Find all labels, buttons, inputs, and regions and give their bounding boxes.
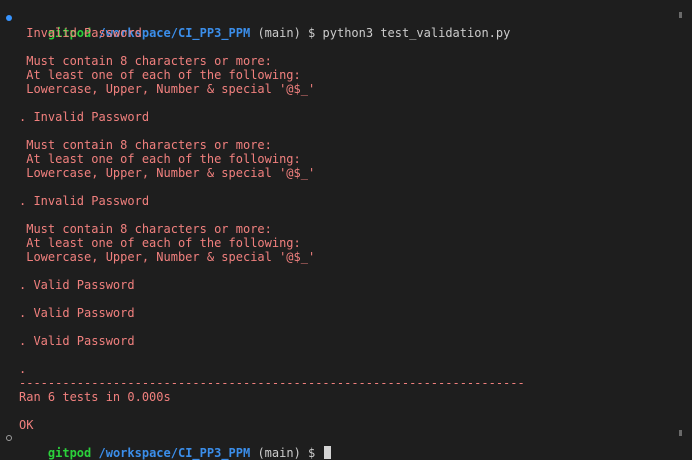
output-line: . Invalid Password — [19, 110, 150, 124]
output-line: At least one of each of the following: — [19, 152, 301, 166]
output-separator: ----------------------------------------… — [19, 376, 525, 390]
output-line: At least one of each of the following: — [19, 236, 301, 250]
command-pending-decoration-icon[interactable] — [6, 435, 12, 441]
test-result-status: OK — [19, 418, 34, 432]
prompt-branch: (main) — [257, 446, 301, 460]
prompt-user: gitpod — [47, 446, 92, 460]
output-line: Lowercase, Upper, Number & special '@$_' — [19, 250, 316, 264]
test-summary: Ran 6 tests in 0.000s — [19, 390, 171, 404]
output-line: At least one of each of the following: — [19, 68, 301, 82]
output-line: . Valid Password — [19, 306, 135, 320]
active-prompt-line[interactable]: gitpod /workspace/CI_PP3_PPM (main) $ — [0, 432, 692, 460]
terminal-panel[interactable]: gitpod /workspace/CI_PP3_PPM (main) $ py… — [0, 0, 692, 460]
output-line: . — [19, 362, 27, 376]
scrollbar-marker[interactable] — [679, 430, 682, 436]
output-line: . Valid Password — [19, 334, 135, 348]
output-line: Lowercase, Upper, Number & special '@$_' — [19, 82, 316, 96]
output-line: Lowercase, Upper, Number & special '@$_' — [19, 166, 316, 180]
command-line: gitpod /workspace/CI_PP3_PPM (main) $ py… — [0, 12, 692, 40]
output-line: Invalid Password — [19, 26, 142, 40]
prompt-path: /workspace/CI_PP3_PPM — [98, 446, 251, 460]
prompt-symbol: $ — [308, 446, 316, 460]
output-line: Must contain 8 characters or more: — [19, 138, 272, 152]
output-line: . Invalid Password — [19, 194, 150, 208]
output-line: Must contain 8 characters or more: — [19, 222, 272, 236]
output-line: Must contain 8 characters or more: — [19, 54, 272, 68]
command-success-decoration-icon[interactable] — [6, 15, 12, 21]
scrollbar-marker[interactable] — [679, 12, 682, 18]
output-line: . Valid Password — [19, 278, 135, 292]
text-cursor[interactable] — [323, 446, 331, 459]
